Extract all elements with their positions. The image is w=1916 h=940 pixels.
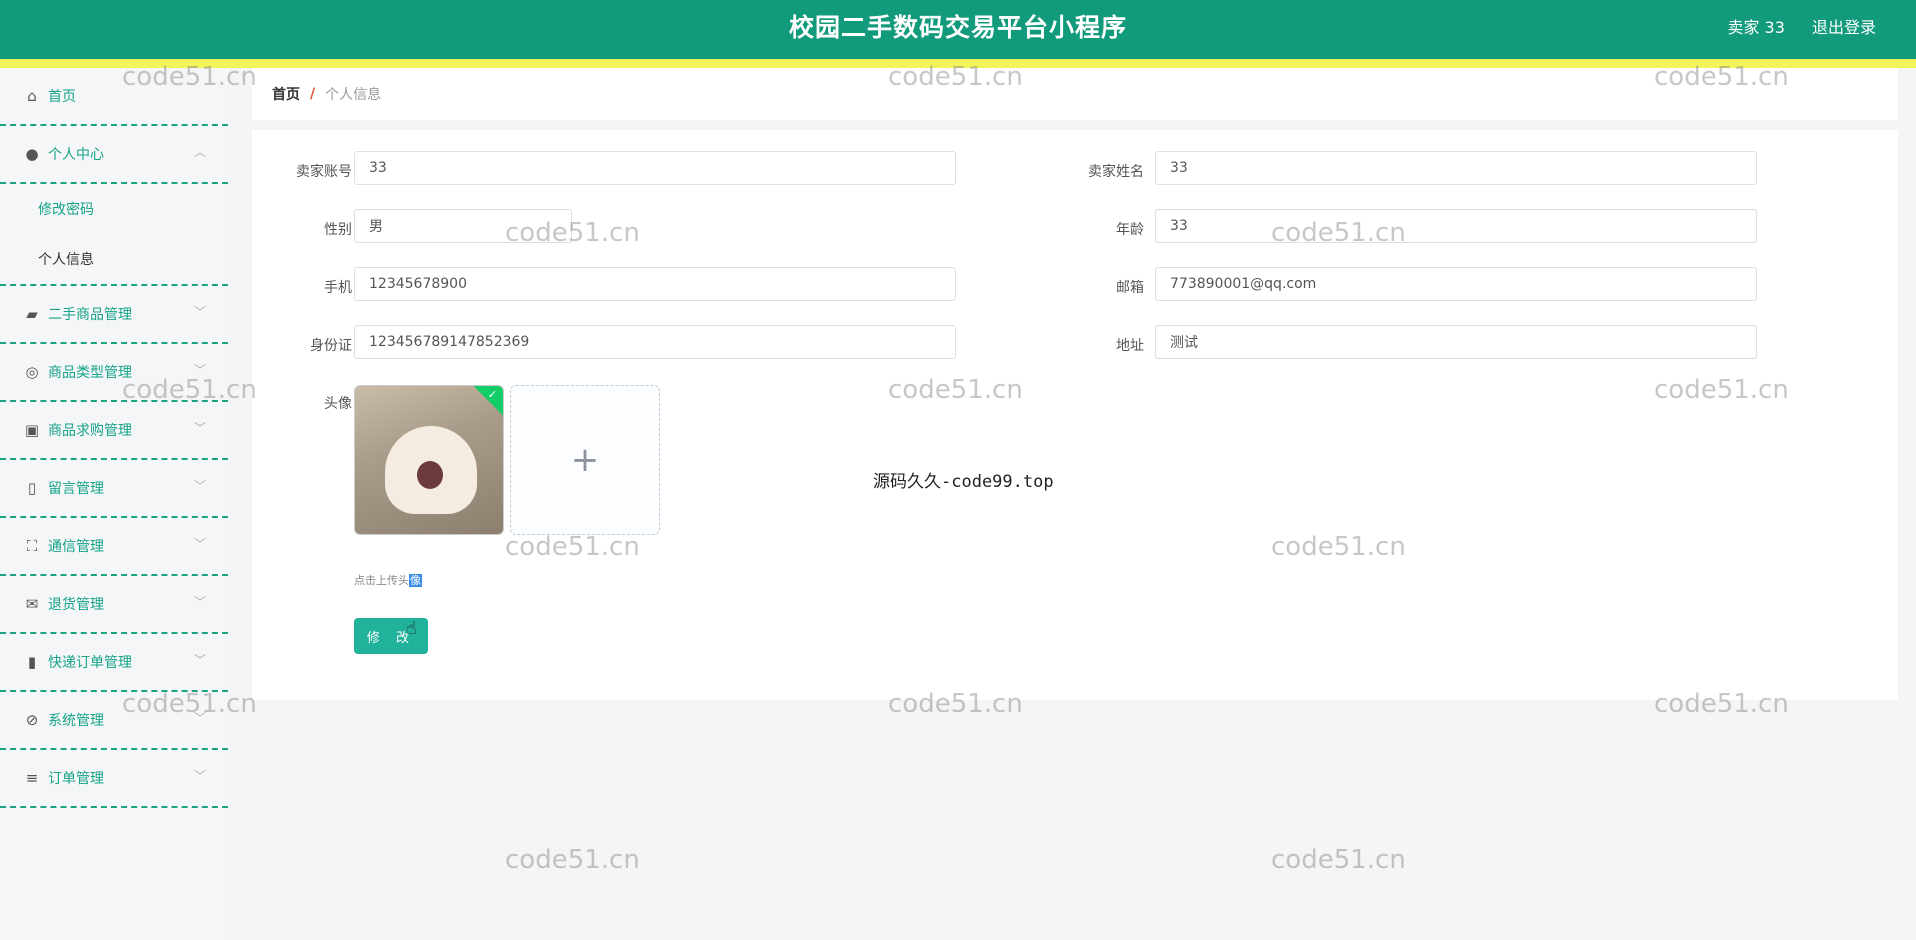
cat-mouth xyxy=(417,461,443,489)
app-title: 校园二手数码交易平台小程序 xyxy=(788,13,1127,42)
sidebar-item-home[interactable]: ⌂ 首页 xyxy=(0,68,228,126)
sidebar-item-system[interactable]: ⊘ 系统管理 ﹀ xyxy=(0,692,228,750)
sidebar-item-messages[interactable]: ▯ 留言管理 ﹀ xyxy=(0,460,228,518)
phone-field[interactable]: 12345678900 xyxy=(354,267,956,301)
center-watermark-text: 源码久久-code99.top xyxy=(873,472,1054,492)
sidebar-item-label: 商品类型管理 xyxy=(48,365,132,381)
sidebar-item-purchase-request[interactable]: ▣ 商品求购管理 ﹀ xyxy=(0,402,228,460)
upload-success-badge: ✓ xyxy=(472,386,503,416)
plus-icon: + xyxy=(570,440,600,480)
chevron-down-icon: ﹀ xyxy=(193,711,206,725)
mail-icon: ✉ xyxy=(25,595,39,613)
chevron-down-icon: ﹀ xyxy=(193,653,206,667)
home-icon: ⌂ xyxy=(27,87,37,105)
id-card-field[interactable]: 123456789147852369 xyxy=(354,325,956,359)
header-stripe xyxy=(0,59,1916,68)
seller-name-field[interactable]: 33 xyxy=(1155,151,1757,185)
bar-chart-icon: ▮ xyxy=(27,653,37,671)
breadcrumb-current: 个人信息 xyxy=(325,87,382,103)
gender-select[interactable]: 男 xyxy=(354,209,572,243)
phone-label: 手机 xyxy=(324,280,352,296)
sidebar-item-communication[interactable]: ⛶ 通信管理 ﹀ xyxy=(0,518,228,576)
sidebar-item-label: 退货管理 xyxy=(48,597,104,613)
top-header: 校园二手数码交易平台小程序 卖家 33 退出登录 xyxy=(0,0,1916,59)
sidebar-item-label: 商品求购管理 xyxy=(48,423,132,439)
list-icon: ≡ xyxy=(25,769,39,787)
logout-button[interactable]: 退出登录 xyxy=(1812,18,1876,37)
sidebar-item-label: 系统管理 xyxy=(48,713,104,729)
seller-name-label: 卖家姓名 xyxy=(1088,164,1144,180)
chevron-down-icon: ﹀ xyxy=(193,479,206,493)
sidebar-item-goods-type[interactable]: ◎ 商品类型管理 ﹀ xyxy=(0,344,228,402)
seller-account-field[interactable]: 33 xyxy=(354,151,956,185)
message-icon: ▯ xyxy=(27,479,37,497)
header-user-area: 卖家 33 退出登录 xyxy=(1705,14,1876,38)
breadcrumb-separator: / xyxy=(310,86,316,102)
sidebar-item-label: 留言管理 xyxy=(48,481,104,497)
breadcrumb-home[interactable]: 首页 xyxy=(272,84,300,104)
sidebar-subitem-personal-info[interactable]: 个人信息 xyxy=(0,234,228,286)
fullscreen-icon: ⛶ xyxy=(26,537,38,555)
watermark: code51.cn xyxy=(1271,845,1406,875)
chevron-down-icon: ﹀ xyxy=(193,769,206,783)
avatar-label: 头像 xyxy=(324,396,352,412)
chevron-up-icon: ︿ xyxy=(193,145,206,159)
sidebar-subitem-change-password[interactable]: 修改密码 xyxy=(0,184,228,234)
watermark: code51.cn xyxy=(505,845,640,875)
email-label: 邮箱 xyxy=(1116,280,1144,296)
sidebar-item-label: 快递订单管理 xyxy=(48,655,132,671)
upload-tip-highlight: 像 xyxy=(409,574,422,587)
chevron-down-icon: ﹀ xyxy=(193,595,206,609)
address-label: 地址 xyxy=(1116,338,1144,354)
current-user: 卖家 33 xyxy=(1727,18,1785,37)
avatar-image[interactable]: ✓ xyxy=(354,385,504,535)
breadcrumb: 首页 / 个人信息 xyxy=(252,68,1898,120)
settings-icon: ⊘ xyxy=(25,711,39,729)
sidebar-item-label: 二手商品管理 xyxy=(48,307,132,323)
upload-tip-text: 点击上传头 xyxy=(354,574,409,587)
seller-account-label: 卖家账号 xyxy=(296,164,352,180)
compass-icon: ◎ xyxy=(25,363,39,381)
address-field[interactable]: 测试 xyxy=(1155,325,1757,359)
user-icon: ● xyxy=(25,145,39,163)
email-field[interactable]: 773890001@qq.com xyxy=(1155,267,1757,301)
sidebar-item-label: 个人中心 xyxy=(48,147,104,163)
chevron-down-icon: ﹀ xyxy=(193,363,206,377)
sidebar-item-label: 首页 xyxy=(48,89,76,105)
profile-form: 卖家账号 33 卖家姓名 33 性别 男 年龄 33 手机 1234567890… xyxy=(252,130,1898,700)
age-field[interactable]: 33 xyxy=(1155,209,1757,243)
gender-label: 性别 xyxy=(324,222,352,238)
chevron-down-icon: ﹀ xyxy=(193,305,206,319)
sidebar-item-label: 通信管理 xyxy=(48,539,104,555)
check-icon: ✓ xyxy=(488,388,498,402)
avatar-upload-button[interactable]: + xyxy=(510,385,660,535)
chevron-down-icon: ﹀ xyxy=(193,537,206,551)
age-label: 年龄 xyxy=(1116,222,1144,238)
id-card-label: 身份证 xyxy=(310,338,352,354)
sidebar-item-personal-center[interactable]: ● 个人中心 ︿ xyxy=(0,126,228,184)
chart-icon: ▣ xyxy=(24,421,40,439)
sidebar-item-orders[interactable]: ≡ 订单管理 ﹀ xyxy=(0,750,228,808)
chevron-down-icon: ﹀ xyxy=(193,421,206,435)
upload-tip: 点击上传头像 xyxy=(354,572,422,588)
sidebar: ⌂ 首页 ● 个人中心 ︿ 修改密码 个人信息 ▰ 二手商品管理 ﹀ ◎ 商品类… xyxy=(0,68,228,940)
goods-icon: ▰ xyxy=(26,305,38,323)
sidebar-item-returns[interactable]: ✉ 退货管理 ﹀ xyxy=(0,576,228,634)
sidebar-item-goods[interactable]: ▰ 二手商品管理 ﹀ xyxy=(0,286,228,344)
mouse-pointer-icon: ☝ xyxy=(406,618,417,639)
sidebar-item-express-orders[interactable]: ▮ 快递订单管理 ﹀ xyxy=(0,634,228,692)
sidebar-item-label: 订单管理 xyxy=(48,771,104,787)
